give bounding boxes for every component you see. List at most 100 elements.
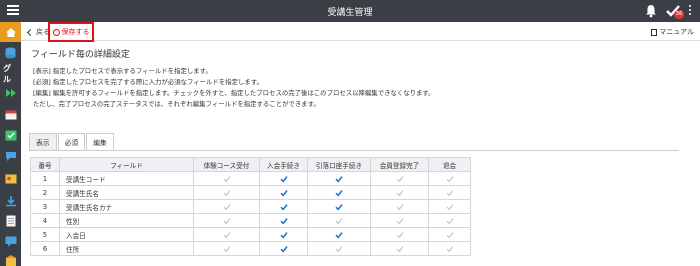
col-header-trial: 体験コース受付 — [193, 157, 260, 172]
checkmark-on-icon — [279, 231, 288, 239]
table-row: 1 受講生コード — [30, 171, 471, 186]
field-name: 受講生コード — [59, 171, 194, 186]
database-icon[interactable] — [3, 46, 18, 60]
check-cell[interactable] — [307, 213, 371, 228]
checkmark-off-icon — [446, 231, 453, 238]
tab-edit[interactable]: 編集 — [86, 133, 114, 150]
checkmark-off-icon — [446, 245, 453, 252]
col-header-enroll: 入会手続き — [259, 157, 308, 172]
check-cell[interactable] — [193, 171, 260, 186]
notification-badge: 36 — [674, 10, 684, 19]
field-name: 性別 — [59, 213, 194, 228]
check-cell[interactable] — [428, 213, 471, 228]
check-cell[interactable] — [259, 227, 308, 242]
book-icon — [651, 28, 658, 36]
col-header-debit: 引落口座手続き — [307, 157, 371, 172]
desc-line: [表示] 指定したプロセスで表示するフィールドを指定します。 — [33, 67, 212, 75]
checkmark-off-icon — [223, 203, 230, 210]
col-header-number: 番号 — [30, 157, 60, 172]
checkmark-off-icon — [396, 217, 403, 224]
check-cell[interactable] — [259, 199, 308, 214]
bell-icon[interactable] — [645, 4, 657, 18]
checkmark-off-icon — [446, 203, 453, 210]
arrow-right-icon[interactable] — [3, 86, 18, 100]
check-cell[interactable] — [428, 171, 471, 186]
col-header-field: フィールド — [59, 157, 194, 172]
app-title: 受講生管理 — [327, 8, 373, 18]
check-cell[interactable] — [370, 171, 429, 186]
checkmark-off-icon — [396, 175, 403, 182]
check-cell[interactable] — [307, 227, 371, 242]
home-icon[interactable] — [0, 22, 21, 42]
chat-icon[interactable] — [3, 149, 18, 163]
checkmark-off-icon — [335, 245, 343, 252]
tab-required[interactable]: 必須 — [57, 133, 86, 150]
check-cell[interactable] — [370, 227, 429, 242]
table-row: 3 受講生氏名カナ — [30, 199, 471, 214]
row-number: 5 — [30, 227, 60, 242]
checkmark-on-icon — [335, 175, 343, 183]
check-cell[interactable] — [370, 185, 429, 200]
check-cell[interactable] — [428, 227, 471, 242]
checkmark-off-icon — [223, 245, 230, 252]
save-button[interactable]: 保存する — [48, 22, 94, 42]
row-number: 3 — [30, 199, 60, 214]
checkmark-off-icon — [396, 245, 403, 252]
col-header-withdraw: 退会 — [428, 157, 471, 172]
check-cell[interactable] — [259, 213, 308, 228]
chevron-left-icon — [26, 28, 35, 36]
field-name: 受講生氏名カナ — [59, 199, 194, 214]
check-cell[interactable] — [370, 213, 429, 228]
check-calendar-icon[interactable] — [3, 128, 18, 142]
table-row: 6 住所 — [30, 241, 471, 256]
comment-icon[interactable] — [3, 234, 18, 248]
field-name: 住所 — [59, 241, 194, 256]
check-cell[interactable] — [428, 185, 471, 200]
building-icon[interactable] — [3, 254, 18, 266]
check-cell[interactable] — [428, 241, 471, 256]
check-cell[interactable] — [193, 213, 260, 228]
check-cell[interactable] — [259, 241, 308, 256]
group-label[interactable]: グル — [3, 64, 18, 84]
id-card-icon[interactable] — [3, 172, 18, 186]
checkmark-on-icon — [279, 203, 288, 211]
check-cell[interactable] — [259, 171, 308, 186]
document-icon[interactable] — [3, 214, 18, 228]
row-number: 2 — [30, 185, 60, 200]
check-cell[interactable] — [307, 241, 371, 256]
table-row: 4 性別 — [30, 213, 471, 228]
checkmark-off-icon — [396, 203, 403, 210]
back-button[interactable]: 戻る — [26, 27, 50, 37]
more-vertical-icon[interactable] — [688, 5, 692, 17]
top-bar: 受講生管理 36 — [0, 0, 700, 22]
check-cell[interactable] — [193, 227, 260, 242]
checkmark-on-icon — [279, 217, 288, 225]
check-cell[interactable] — [259, 185, 308, 200]
sidebar: グル — [0, 22, 21, 266]
check-cell[interactable] — [307, 171, 371, 186]
tab-bar: 表示 必須 編集 — [29, 133, 115, 150]
checkmark-off-icon — [223, 175, 230, 182]
check-cell[interactable] — [370, 241, 429, 256]
tab-divider — [29, 150, 679, 151]
check-cell[interactable] — [370, 199, 429, 214]
calendar-icon[interactable] — [3, 107, 18, 121]
check-cell[interactable] — [193, 185, 260, 200]
table-row: 5 入会日 — [30, 227, 471, 242]
check-cell[interactable] — [307, 199, 371, 214]
desc-line: [必須] 指定したプロセスを完了する際に入力が必須なフィールドを指定します。 — [33, 78, 263, 86]
check-cell[interactable] — [428, 199, 471, 214]
field-name: 入会日 — [59, 227, 194, 242]
download-icon[interactable] — [3, 194, 18, 208]
checkmark-off-icon — [223, 189, 230, 196]
desc-line: [編集] 編集を許可するフィールドを指定します。チェックを外すと、指定したプロセ… — [33, 89, 435, 97]
checkmark-on-icon — [335, 189, 343, 197]
tab-display[interactable]: 表示 — [29, 133, 57, 150]
row-number: 1 — [30, 171, 60, 186]
check-cell[interactable] — [193, 241, 260, 256]
manual-button[interactable]: マニュアル — [651, 27, 694, 37]
checkmark-on-icon — [279, 245, 288, 253]
toolbar: 戻る 保存する マニュアル — [21, 22, 700, 42]
check-cell[interactable] — [307, 185, 371, 200]
check-cell[interactable] — [193, 199, 260, 214]
